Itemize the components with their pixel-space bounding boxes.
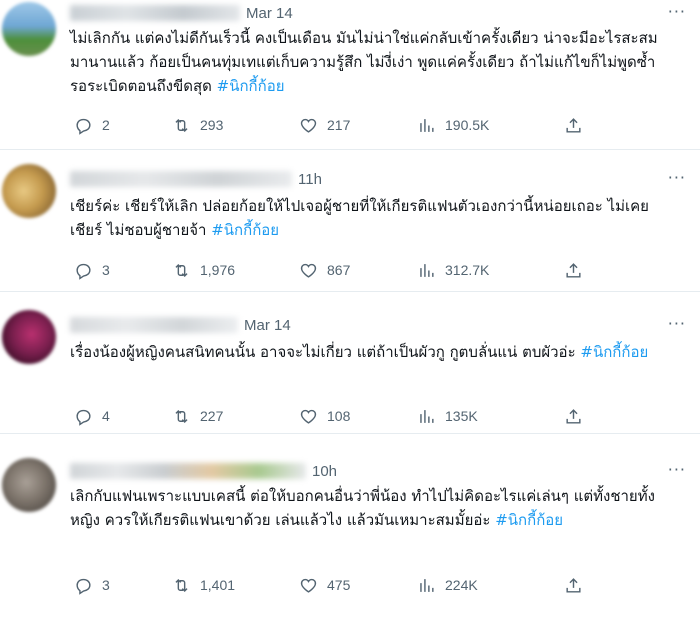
reply-button[interactable]: 4 [74, 407, 110, 426]
avatar[interactable] [2, 164, 56, 218]
like-button[interactable]: 867 [299, 261, 350, 280]
views-button[interactable]: 190.5K [417, 116, 489, 135]
reply-icon [76, 409, 91, 426]
retweet-icon [175, 578, 188, 592]
views-button[interactable]: 135K [417, 407, 478, 426]
tweet-text: ไม่เลิกกัน แต่คงไม่ดีกันเร็วนี้ คงเป็นเด… [70, 29, 658, 95]
views-icon [420, 118, 434, 132]
reply-icon [76, 578, 91, 595]
display-name[interactable] [70, 171, 292, 187]
tweet-actions: 2 293 217 190.5K [70, 113, 590, 137]
display-name[interactable] [70, 317, 238, 333]
hashtag-link[interactable]: #นิกกี้ก้อย [211, 221, 279, 239]
like-button[interactable]: 217 [299, 116, 350, 135]
share-icon [566, 408, 581, 424]
retweet-icon [175, 263, 188, 277]
like-button[interactable]: 108 [299, 407, 350, 426]
views-button[interactable]: 312.7K [417, 261, 489, 280]
views-icon [420, 409, 434, 423]
tweet-timestamp[interactable]: 11h [298, 171, 322, 188]
share-icon [566, 262, 581, 278]
share-button[interactable] [564, 261, 592, 280]
share-icon [566, 577, 581, 593]
heart-icon [300, 118, 317, 133]
hashtag-link[interactable]: #นิกกี้ก้อย [495, 511, 563, 529]
more-options-icon[interactable]: ··· [668, 168, 686, 187]
share-button[interactable] [564, 576, 592, 595]
retweet-button[interactable]: 227 [172, 407, 223, 426]
views-icon [420, 578, 434, 592]
retweet-icon [175, 409, 188, 423]
tweet[interactable]: Mar 14 ··· ไม่เลิกกัน แต่คงไม่ดีกันเร็วน… [0, 0, 700, 150]
reply-icon [76, 118, 91, 135]
tweet-text: เลิกกับแฟนเพราะแบบเคสนี้ ต่อให้บอกคนอื่น… [70, 487, 655, 529]
avatar[interactable] [2, 310, 56, 364]
hashtag-link[interactable]: #นิกกี้ก้อย [580, 343, 648, 361]
tweet-timestamp[interactable]: Mar 14 [244, 317, 291, 334]
reply-button[interactable]: 3 [74, 261, 110, 280]
tweet-timestamp[interactable]: 10h [312, 463, 337, 480]
tweet-timestamp[interactable]: Mar 14 [246, 5, 293, 22]
display-name[interactable] [70, 5, 240, 21]
reply-button[interactable]: 3 [74, 576, 110, 595]
more-options-icon[interactable]: ··· [668, 314, 686, 333]
share-icon [566, 117, 581, 133]
tweet-actions: 4 227 108 135K [70, 404, 590, 428]
like-button[interactable]: 475 [299, 576, 350, 595]
retweet-icon [175, 118, 188, 132]
hashtag-link[interactable]: #นิกกี้ก้อย [217, 77, 285, 95]
heart-icon [300, 578, 317, 593]
more-options-icon[interactable]: ··· [668, 2, 686, 21]
retweet-button[interactable]: 1,976 [172, 261, 235, 280]
reply-icon [76, 263, 91, 280]
tweet-text: เรื่องน้องผู้หญิงคนสนิทคนนั้น อาจจะไม่เก… [70, 343, 649, 361]
reply-button[interactable]: 2 [74, 116, 110, 135]
views-icon [420, 263, 434, 277]
tweet[interactable]: 10h ··· เลิกกับแฟนเพราะแบบเคสนี้ ต่อให้บ… [0, 436, 700, 622]
tweet-text: เชียร์ค่ะ เชียร์ให้เลิก ปล่อยก้อยให้ไปเจ… [70, 197, 649, 239]
tweet-actions: 3 1,401 475 224K [70, 573, 590, 597]
tweet-actions: 3 1,976 867 312.7K [70, 258, 590, 282]
heart-icon [300, 263, 317, 278]
avatar[interactable] [2, 2, 56, 56]
avatar[interactable] [2, 458, 56, 512]
retweet-button[interactable]: 293 [172, 116, 223, 135]
share-button[interactable] [564, 116, 592, 135]
display-name[interactable] [70, 463, 306, 479]
tweet[interactable]: 11h ··· เชียร์ค่ะ เชียร์ให้เลิก ปล่อยก้อ… [0, 152, 700, 292]
heart-icon [300, 409, 317, 424]
share-button[interactable] [564, 407, 592, 426]
views-button[interactable]: 224K [417, 576, 478, 595]
more-options-icon[interactable]: ··· [668, 460, 686, 479]
retweet-button[interactable]: 1,401 [172, 576, 235, 595]
tweet[interactable]: Mar 14 ··· เรื่องน้องผู้หญิงคนสนิทคนนั้น… [0, 294, 700, 434]
